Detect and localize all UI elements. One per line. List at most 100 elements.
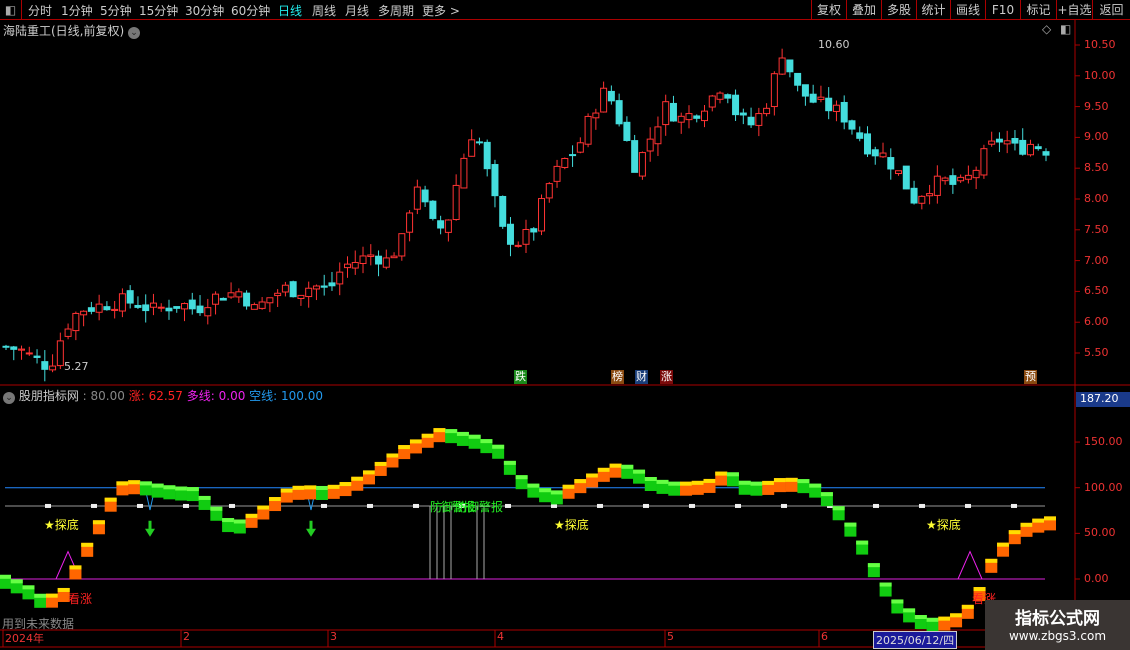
candle-body (607, 90, 615, 102)
ribbon-highlight (1020, 522, 1033, 527)
candle-body (631, 140, 639, 173)
candle-body (848, 120, 856, 130)
candle-body (289, 281, 297, 298)
candle-body (538, 198, 546, 232)
candle-body (724, 94, 732, 99)
ribbon-highlight (586, 473, 599, 478)
candle-body (406, 212, 414, 233)
ribbon-highlight (398, 445, 411, 450)
candle-body (832, 104, 840, 112)
candle-body (926, 193, 934, 197)
candle-body (1034, 146, 1042, 150)
candle-body (375, 255, 383, 265)
indicator-value: : 80.00 (82, 389, 125, 403)
ribbon-highlight (245, 513, 258, 518)
time-label: 3 (330, 630, 337, 643)
duoxian-value: 多线: 0.00 (186, 389, 246, 403)
candle-body (87, 307, 95, 312)
price-tick: 6.50 (1084, 284, 1109, 298)
candle-body (825, 97, 833, 112)
candle-body (95, 303, 103, 313)
level-dot (137, 503, 143, 508)
ribbon-highlight (633, 469, 646, 474)
candle-body (212, 293, 220, 305)
kongxian-value: 空线: 100.00 (249, 389, 324, 403)
candle-body (801, 84, 809, 97)
level-dot (689, 503, 695, 508)
level-dot (551, 503, 557, 508)
ribbon-highlight (374, 461, 387, 466)
candle-body (126, 290, 134, 304)
level-dot (1011, 503, 1017, 508)
ribbon-highlight (104, 497, 117, 502)
ribbon-highlight (81, 542, 94, 547)
ribbon-highlight (327, 484, 340, 489)
price-tick: 9.00 (1084, 130, 1109, 144)
candle-body (863, 133, 871, 155)
ribbon-highlight (34, 593, 47, 598)
ribbon-highlight (503, 460, 516, 465)
ribbon-highlight (22, 585, 35, 590)
ribbon-highlight (926, 617, 939, 622)
candle-body (149, 302, 157, 308)
ribbon-highlight (456, 431, 469, 436)
candle-body (972, 169, 980, 179)
time-label: 6 (821, 630, 828, 643)
ribbon-highlight (116, 481, 129, 486)
ribbon-highlight (750, 481, 763, 486)
candle-body (895, 170, 903, 175)
candle-body (561, 158, 569, 168)
ribbon-highlight (621, 464, 634, 469)
indicator-tick: 150.00 (1084, 435, 1123, 449)
ribbon-highlight (128, 480, 141, 485)
signal-marker: 榜 (611, 370, 624, 384)
ribbon-highlight (421, 433, 434, 438)
ribbon-highlight (468, 434, 481, 439)
candle-body (685, 113, 693, 121)
candle-body (219, 297, 227, 301)
ribbon-highlight (550, 490, 563, 495)
candle-body (662, 101, 670, 126)
candle-body (227, 292, 235, 298)
arrow-down-icon (306, 520, 316, 537)
candle-body (949, 175, 957, 185)
level-dot (919, 503, 925, 508)
ribbon-highlight (539, 488, 552, 493)
candle-body (553, 165, 561, 182)
candle-body (142, 304, 150, 312)
candle-body (786, 59, 794, 73)
candle-body (2, 345, 10, 348)
level-dot (413, 503, 419, 508)
ribbon-highlight (163, 485, 176, 490)
ribbon-highlight (726, 472, 739, 477)
candle-body (312, 285, 320, 290)
kanzhang-label: 看涨 (68, 592, 93, 606)
ribbon-highlight (797, 479, 810, 484)
chevron-down-icon[interactable]: ⌄ (3, 392, 15, 404)
chart-canvas[interactable] (0, 0, 1130, 650)
candle-body (258, 301, 266, 309)
candle-body (693, 115, 701, 119)
ribbon-highlight (680, 481, 693, 486)
candle-body (569, 154, 577, 157)
candle-body (701, 110, 709, 122)
candle-body (367, 254, 375, 257)
candle-body (204, 307, 212, 317)
ribbon-highlight (1032, 518, 1045, 523)
candle-body (18, 348, 26, 351)
candle-body (708, 95, 716, 108)
watermark-title: 指标公式网 (1015, 609, 1100, 629)
ribbon-highlight (304, 485, 317, 490)
ribbon-highlight (316, 485, 329, 490)
candle-body (654, 126, 662, 145)
candle-body (328, 282, 336, 287)
candle-body (421, 189, 429, 203)
ribbon-highlight (480, 439, 493, 444)
candle-body (933, 175, 941, 196)
spike-line (957, 550, 983, 580)
candle-body (49, 365, 57, 371)
indicator-name[interactable]: 股朋指标网 (19, 389, 79, 403)
time-label: 4 (497, 630, 504, 643)
candle-body (1026, 143, 1034, 156)
level-dot (597, 503, 603, 508)
